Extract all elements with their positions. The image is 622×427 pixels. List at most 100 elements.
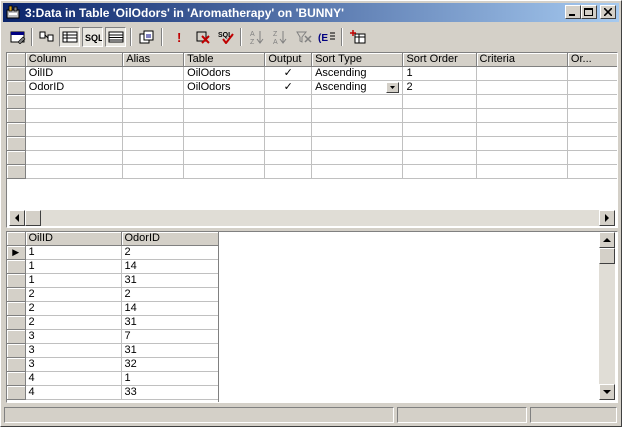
results-row[interactable]: 2 31 [7, 315, 219, 330]
results-row[interactable]: 41 [7, 371, 219, 386]
criteria-sort-type-cell[interactable]: Ascending [311, 80, 404, 95]
group-by-button[interactable]: (E [316, 27, 337, 47]
criteria-row-header[interactable] [7, 164, 26, 179]
criteria-empty-row[interactable] [7, 94, 617, 109]
criteria-empty-cell[interactable] [311, 164, 404, 179]
criteria-empty-cell[interactable] [264, 108, 313, 123]
criteria-empty-cell[interactable] [183, 150, 266, 165]
minimize-button[interactable] [565, 5, 581, 19]
criteria-empty-cell[interactable] [25, 164, 124, 179]
change-query-type-button[interactable] [136, 27, 157, 47]
grid-horizontal-scrollbar[interactable] [9, 210, 615, 226]
results-oilid-cell[interactable]: 4 [25, 385, 122, 400]
criteria-empty-cell[interactable] [25, 150, 124, 165]
criteria-output-checkbox[interactable]: ✓ [264, 80, 313, 95]
results-oilid-cell[interactable]: 3 [25, 343, 122, 358]
results-row-header[interactable] [7, 315, 26, 330]
criteria-empty-cell[interactable] [476, 122, 568, 137]
criteria-or-cell[interactable] [567, 80, 617, 95]
remove-filter-button[interactable] [293, 27, 314, 47]
criteria-empty-cell[interactable] [122, 150, 185, 165]
results-row-header[interactable] [7, 301, 26, 316]
results-oilid-cell[interactable]: 2 [25, 301, 122, 316]
results-row-header[interactable] [7, 343, 26, 358]
criteria-alias-cell[interactable] [122, 66, 185, 81]
results-odorid-cell[interactable]: 14 [121, 259, 219, 274]
criteria-row-header[interactable] [7, 136, 26, 151]
criteria-row-header[interactable] [7, 150, 26, 165]
results-row[interactable]: 1 31 [7, 273, 219, 288]
criteria-header-or[interactable]: Or... [567, 53, 617, 67]
criteria-output-checkbox[interactable]: ✓ [264, 66, 313, 81]
criteria-row[interactable]: OilID OilOdors ✓ Ascending 1 [7, 66, 617, 81]
results-odorid-cell[interactable]: 14 [121, 301, 219, 316]
criteria-empty-cell[interactable] [122, 164, 185, 179]
criteria-empty-cell[interactable] [311, 150, 404, 165]
criteria-empty-cell[interactable] [311, 94, 404, 109]
criteria-criteria-cell[interactable] [476, 80, 568, 95]
results-oilid-cell[interactable]: 3 [25, 357, 122, 372]
criteria-empty-cell[interactable] [476, 94, 568, 109]
criteria-empty-cell[interactable] [25, 94, 124, 109]
criteria-empty-cell[interactable] [567, 150, 617, 165]
criteria-or-cell[interactable] [567, 66, 617, 81]
criteria-empty-cell[interactable] [25, 136, 124, 151]
results-row[interactable]: 3 31 [7, 343, 219, 358]
results-odorid-cell[interactable]: 7 [121, 329, 219, 344]
criteria-empty-cell[interactable] [183, 94, 266, 109]
criteria-empty-cell[interactable] [567, 94, 617, 109]
criteria-empty-cell[interactable] [183, 164, 266, 179]
add-table-button[interactable] [347, 27, 368, 47]
criteria-empty-row[interactable] [7, 122, 617, 137]
results-odorid-cell[interactable]: 32 [121, 357, 219, 372]
criteria-header-column[interactable]: Column [25, 53, 124, 67]
results-row[interactable]: 1 14 [7, 259, 219, 274]
diagram-pane-button[interactable] [36, 27, 57, 47]
results-pane-button[interactable] [105, 27, 126, 47]
criteria-sort-type-cell[interactable]: Ascending [311, 66, 404, 81]
criteria-row[interactable]: OdorID OilOdors ✓ Ascending 2 [7, 80, 617, 95]
results-row[interactable]: 4 33 [7, 385, 219, 400]
criteria-empty-cell[interactable] [567, 122, 617, 137]
criteria-empty-row[interactable] [7, 150, 617, 165]
criteria-row-header[interactable] [7, 66, 26, 81]
results-row-header[interactable] [7, 385, 26, 400]
criteria-empty-cell[interactable] [122, 136, 185, 151]
run-button[interactable]: ! [169, 27, 190, 47]
results-row-header[interactable] [7, 259, 26, 274]
criteria-row-header[interactable] [7, 94, 26, 109]
results-row[interactable]: 37 [7, 329, 219, 344]
sort-ascending-button[interactable]: A Z [246, 27, 267, 47]
results-row-header[interactable] [7, 357, 26, 372]
criteria-header-sort-order[interactable]: Sort Order [402, 53, 477, 67]
properties-button[interactable] [7, 27, 28, 47]
criteria-criteria-cell[interactable] [476, 66, 568, 81]
criteria-empty-cell[interactable] [567, 136, 617, 151]
results-odorid-cell[interactable]: 31 [121, 273, 219, 288]
sql-pane-button[interactable]: SQL [82, 27, 103, 47]
criteria-empty-cell[interactable] [402, 94, 477, 109]
results-odorid-cell[interactable]: 2 [121, 287, 219, 302]
criteria-empty-cell[interactable] [264, 164, 313, 179]
criteria-empty-cell[interactable] [25, 122, 124, 137]
scroll-up-button[interactable] [599, 232, 615, 248]
criteria-empty-cell[interactable] [183, 122, 266, 137]
results-odorid-cell[interactable]: 31 [121, 343, 219, 358]
criteria-empty-cell[interactable] [402, 122, 477, 137]
window-app-icon[interactable] [6, 5, 20, 19]
results-odorid-cell[interactable]: 33 [121, 385, 219, 400]
criteria-empty-cell[interactable] [476, 136, 568, 151]
results-odorid-cell[interactable]: 2 [121, 245, 219, 260]
criteria-empty-cell[interactable] [122, 108, 185, 123]
criteria-alias-cell[interactable] [122, 80, 185, 95]
criteria-empty-cell[interactable] [402, 164, 477, 179]
criteria-empty-cell[interactable] [476, 108, 568, 123]
scroll-left-button[interactable] [9, 210, 25, 226]
criteria-empty-row[interactable] [7, 108, 617, 123]
criteria-empty-cell[interactable] [311, 108, 404, 123]
criteria-header-criteria[interactable]: Criteria [476, 53, 568, 67]
criteria-table-cell[interactable]: OilOdors [183, 66, 266, 81]
criteria-empty-cell[interactable] [567, 108, 617, 123]
sort-type-dropdown-button[interactable] [386, 82, 400, 93]
criteria-empty-cell[interactable] [25, 108, 124, 123]
